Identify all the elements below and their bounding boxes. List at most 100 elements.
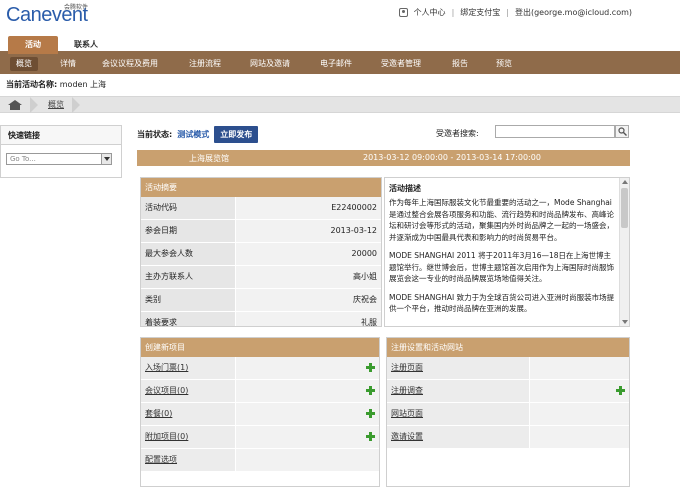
list-item: 入场门票(1): [141, 357, 379, 380]
list-item: 注册调查: [387, 380, 629, 403]
breadcrumb-current[interactable]: 概览: [48, 99, 64, 110]
add-icon[interactable]: [616, 386, 625, 395]
summary-row: 类别 庆祝会: [141, 289, 381, 312]
description-paragraph: 作为每年上海国际服装文化节最重要的活动之一，Mode Shanghai是通过整合…: [389, 198, 614, 242]
goto-select[interactable]: Go To...: [6, 153, 112, 165]
description-title: 活动描述: [389, 184, 421, 193]
quick-links-title: 快速链接: [1, 126, 121, 145]
summary-key: 活动代码: [141, 197, 235, 219]
logout-link[interactable]: 登出(george.mo@icloud.com): [515, 7, 632, 18]
search-button[interactable]: [615, 125, 629, 138]
subnav-invitee-management[interactable]: 受邀者管理: [381, 54, 421, 74]
summary-title: 活动摘要: [141, 178, 381, 197]
registration-survey-link[interactable]: 注册调查: [387, 380, 529, 402]
scroll-thumb[interactable]: [621, 188, 628, 228]
logo-subtitle: 会腾软件: [64, 4, 89, 11]
summary-key: 最大参会人数: [141, 243, 235, 265]
list-item: 附加项目(0): [141, 426, 379, 449]
venue-name: 上海展览馆: [189, 154, 229, 163]
status-mode: 测试模式: [177, 130, 210, 139]
summary-value: 2013-03-12: [236, 220, 381, 242]
summary-value: 庆祝会: [236, 289, 381, 311]
publish-button[interactable]: 立即发布: [214, 126, 259, 143]
create-items-panel: 创建新项目 入场门票(1) 会议项目(0) 套餐(0) 附加项目(0) 配置选项: [140, 337, 380, 487]
top-links: 个人中心 | 绑定支付宝 | 登出(george.mo@icloud.com): [398, 7, 632, 18]
breadcrumb: 概览: [0, 96, 680, 113]
description-paragraph: MODE SHANGHAI 2011 将于2011年3月16—18日在上海世博主…: [389, 251, 614, 283]
search-icon: [618, 127, 627, 136]
subnav-email[interactable]: 电子邮件: [320, 54, 352, 74]
subnav-details[interactable]: 详情: [60, 54, 76, 74]
summary-key: 着装要求: [141, 312, 235, 326]
bind-alipay-link[interactable]: 绑定支付宝: [460, 7, 500, 18]
create-title: 创建新项目: [141, 338, 379, 357]
description-body: 作为每年上海国际服装文化节最重要的活动之一，Mode Shanghai是通过整合…: [385, 197, 629, 315]
summary-value: E22400002: [236, 197, 381, 219]
summary-key: 主办方联系人: [141, 266, 235, 288]
create-item-tickets-link[interactable]: 入场门票(1): [141, 357, 235, 379]
scroll-up-icon[interactable]: [622, 180, 628, 184]
divider: |: [506, 8, 509, 17]
scroll-down-icon[interactable]: [622, 320, 628, 324]
registration-title: 注册设置和活动网站: [387, 338, 629, 357]
add-icon[interactable]: [366, 363, 375, 372]
subnav-preview[interactable]: 预览: [496, 54, 512, 74]
breadcrumb-separator: [30, 97, 38, 113]
registration-settings-panel: 注册设置和活动网站 注册页面 注册调查 网站页面 邀请设置: [386, 337, 630, 487]
add-icon[interactable]: [366, 432, 375, 441]
current-activity-label: 当前活动名称:: [6, 80, 58, 89]
sub-nav: 概览 详情 会议议程及费用 注册流程 网站及邀请 电子邮件 受邀者管理 报告 预…: [0, 54, 680, 74]
current-activity-name: moden 上海: [59, 80, 107, 89]
create-item-options-link[interactable]: 配置选项: [141, 449, 235, 471]
summary-key: 参会日期: [141, 220, 235, 242]
tab-contacts[interactable]: 联系人: [64, 36, 108, 54]
registration-page-link[interactable]: 注册页面: [387, 357, 529, 379]
list-item: 会议项目(0): [141, 380, 379, 403]
summary-row: 参会日期 2013-03-12: [141, 220, 381, 243]
summary-value: 高小姐: [236, 266, 381, 288]
subnav-website-invites[interactable]: 网站及邀请: [250, 54, 290, 74]
invitation-settings-link[interactable]: 邀请设置: [387, 426, 529, 448]
subnav-agenda-fees[interactable]: 会议议程及费用: [102, 54, 158, 74]
personal-center-link[interactable]: 个人中心: [414, 7, 446, 18]
home-icon[interactable]: [8, 100, 22, 110]
status-label: 当前状态:: [137, 130, 173, 139]
chevron-down-icon[interactable]: [101, 154, 111, 164]
summary-value: 20000: [236, 243, 381, 265]
summary-row: 着装要求 礼服: [141, 312, 381, 326]
event-summary-panel: 活动摘要 活动代码 E22400002 参会日期 2013-03-12 最大参会…: [140, 177, 382, 327]
list-item: 注册页面: [387, 357, 629, 380]
quick-links-panel: 快速链接 Go To...: [0, 125, 122, 178]
subnav-overview[interactable]: 概览: [10, 57, 38, 71]
venue-time: 2013-03-12 09:00:00 - 2013-03-14 17:00:0…: [363, 153, 541, 162]
add-icon[interactable]: [366, 386, 375, 395]
main-tabs: 活动 联系人: [0, 35, 680, 54]
divider: |: [451, 8, 455, 17]
subnav-registration-flow[interactable]: 注册流程: [189, 54, 221, 74]
create-item-packages-link[interactable]: 套餐(0): [141, 403, 235, 425]
summary-row: 活动代码 E22400002: [141, 197, 381, 220]
tab-activity[interactable]: 活动: [8, 36, 58, 54]
summary-value: 礼服: [236, 312, 381, 326]
summary-row: 主办方联系人 高小姐: [141, 266, 381, 289]
logo[interactable]: 会腾软件 Canevent: [6, 4, 88, 32]
list-item: 邀请设置: [387, 426, 629, 449]
summary-row: 最大参会人数 20000: [141, 243, 381, 266]
event-description-panel: 活动描述 作为每年上海国际服装文化节最重要的活动之一，Mode Shanghai…: [384, 177, 630, 327]
website-pages-link[interactable]: 网站页面: [387, 403, 529, 425]
list-item: 网站页面: [387, 403, 629, 426]
add-icon[interactable]: [366, 409, 375, 418]
user-icon: [398, 8, 408, 17]
goto-select-value: Go To...: [10, 155, 36, 163]
invitee-search-label: 受邀者搜索:: [436, 129, 479, 138]
list-item: 套餐(0): [141, 403, 379, 426]
description-scrollbar[interactable]: [619, 178, 629, 326]
invitee-search-input[interactable]: [495, 125, 615, 138]
create-item-sessions-link[interactable]: 会议项目(0): [141, 380, 235, 402]
header: 会腾软件 Canevent 个人中心 | 绑定支付宝 | 登出(george.m…: [0, 0, 680, 35]
current-activity: 当前活动名称: moden 上海: [6, 79, 106, 90]
create-item-addons-link[interactable]: 附加项目(0): [141, 426, 235, 448]
venue-bar: 上海展览馆 2013-03-12 09:00:00 - 2013-03-14 1…: [137, 150, 630, 166]
summary-key: 类别: [141, 289, 235, 311]
subnav-reports[interactable]: 报告: [452, 54, 468, 74]
